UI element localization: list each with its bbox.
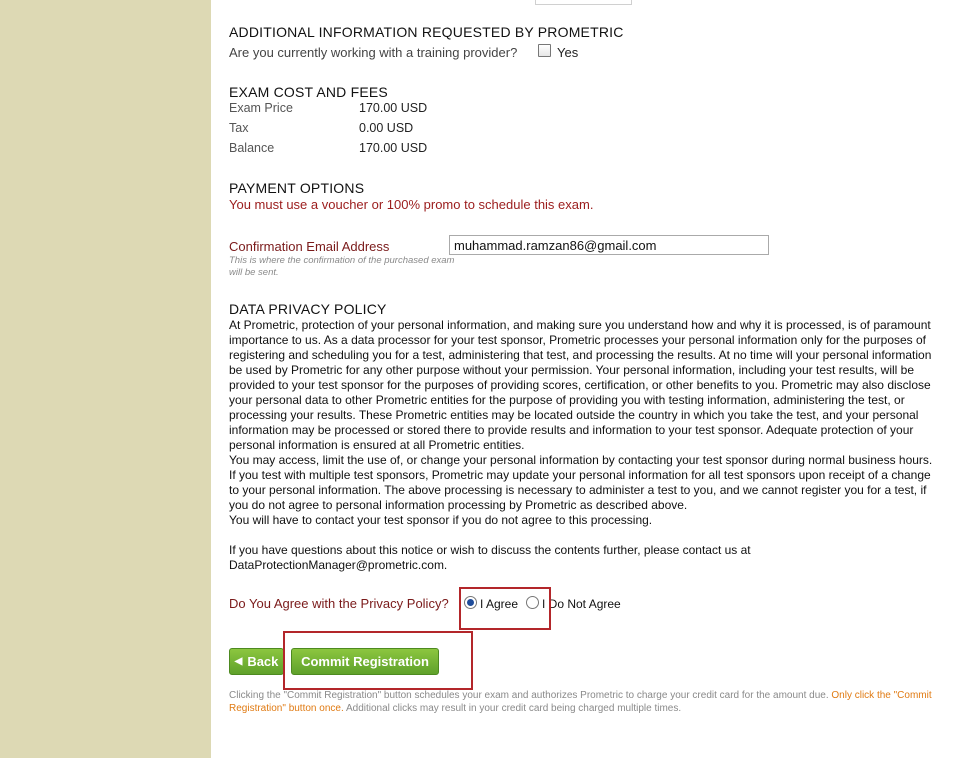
balance-value: 170.00 USD	[359, 141, 428, 155]
commit-footnote: Clicking the "Commit Registration" butto…	[229, 689, 939, 715]
tax-label: Tax	[229, 121, 249, 135]
payment-warning: You must use a voucher or 100% promo to …	[229, 197, 594, 212]
back-button-label: Back	[247, 654, 279, 669]
back-arrow-icon: ◀	[234, 656, 243, 667]
confirmation-email-label: Confirmation Email Address	[229, 239, 390, 254]
privacy-paragraph-1: At Prometric, protection of your persona…	[229, 318, 932, 452]
privacy-paragraph-3: You will have to contact your test spons…	[229, 513, 653, 527]
training-provider-question: Are you currently working with a trainin…	[229, 45, 518, 60]
back-button[interactable]: ◀ Back	[229, 648, 284, 675]
i-do-not-agree-label[interactable]: I Do Not Agree	[542, 597, 621, 611]
additional-info-heading: ADDITIONAL INFORMATION REQUESTED BY PROM…	[229, 24, 624, 40]
confirmation-email-input[interactable]: muhammad.ramzan86@gmail.com	[449, 235, 769, 255]
balance-label: Balance	[229, 141, 275, 155]
exam-price-label: Exam Price	[229, 101, 293, 115]
training-provider-checkbox[interactable]	[538, 44, 551, 57]
agree-highlight-box	[459, 587, 551, 630]
data-privacy-heading: DATA PRIVACY POLICY	[229, 301, 387, 317]
payment-options-heading: PAYMENT OPTIONS	[229, 180, 365, 196]
privacy-agree-question: Do You Agree with the Privacy Policy?	[229, 596, 449, 611]
left-rail	[0, 0, 211, 758]
exam-cost-heading: EXAM COST AND FEES	[229, 84, 388, 100]
privacy-paragraph-2: You may access, limit the use of, or cha…	[229, 453, 933, 512]
privacy-policy-text: At Prometric, protection of your persona…	[229, 318, 939, 573]
footnote-text: Clicking the "Commit Registration" butto…	[229, 690, 829, 701]
exam-price-value: 170.00 USD	[359, 101, 428, 115]
tax-value: 0.00 USD	[359, 121, 414, 135]
top-field-stub	[535, 0, 632, 5]
yes-label: Yes	[557, 45, 579, 60]
confirmation-email-hint: This is where the confirmation of the pu…	[229, 255, 455, 278]
commit-highlight-box	[283, 631, 473, 690]
footnote-tail: Additional clicks may result in your cre…	[345, 703, 682, 714]
privacy-paragraph-4: If you have questions about this notice …	[229, 543, 751, 572]
